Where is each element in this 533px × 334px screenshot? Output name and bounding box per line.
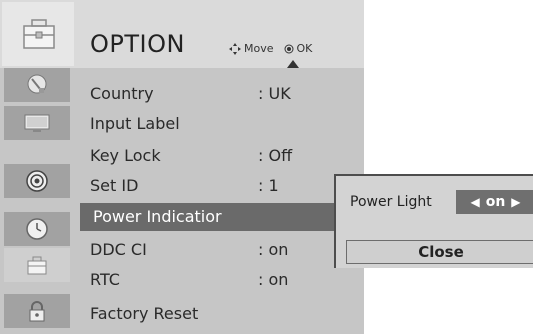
- option-label: Country: [90, 84, 154, 103]
- power-light-value: on: [485, 194, 506, 210]
- option-item-power-indicator[interactable]: Power Indicatior: [80, 203, 338, 231]
- option-label: Key Lock: [90, 146, 161, 165]
- tab-audio[interactable]: [4, 164, 70, 198]
- option-label: Power Indicatior: [93, 207, 222, 226]
- option-item-input-label[interactable]: Input Label: [80, 110, 364, 138]
- option-value: : 1: [258, 176, 279, 195]
- ok-button-icon: [284, 44, 293, 53]
- tab-option[interactable]: [4, 248, 70, 282]
- menu-header: OPTION Move OK: [0, 0, 364, 68]
- tab-picture[interactable]: [4, 106, 70, 140]
- option-label: Input Label: [90, 114, 180, 133]
- option-item-country[interactable]: Country : UK: [80, 80, 364, 108]
- power-light-label: Power Light: [350, 194, 432, 210]
- option-label: Factory Reset: [90, 304, 199, 323]
- option-value: : UK: [258, 84, 291, 103]
- arrow-left-icon[interactable]: ◀: [464, 195, 485, 209]
- power-light-popup: Power Light ◀ on ▶ Close: [334, 174, 533, 268]
- tv-screen-icon: [24, 114, 50, 132]
- option-value: : on: [258, 240, 289, 259]
- tab-channel[interactable]: [4, 68, 70, 102]
- speaker-icon: [26, 170, 48, 192]
- option-menu: OPTION Move OK Country: UK Input Label …: [0, 0, 364, 334]
- page-title: OPTION: [90, 30, 185, 58]
- close-button[interactable]: Close: [346, 240, 533, 264]
- move-hint-label: Move: [244, 42, 274, 55]
- move-arrows-icon: [229, 42, 241, 55]
- option-list: Country : UK Input Label Key Lock : Off …: [80, 60, 364, 334]
- option-item-rtc[interactable]: RTC : on: [80, 266, 364, 294]
- option-label: RTC: [90, 270, 120, 289]
- power-light-selector[interactable]: ◀ on ▶: [456, 190, 533, 214]
- option-label: Set ID: [90, 176, 139, 195]
- option-value: : Off: [258, 146, 293, 165]
- tab-lock[interactable]: [4, 294, 70, 328]
- option-item-factory-reset[interactable]: Factory Reset: [80, 300, 364, 328]
- ok-hint-label: OK: [296, 42, 313, 55]
- navigation-hint: Move OK: [229, 42, 312, 55]
- arrow-right-icon[interactable]: ▶: [505, 195, 526, 209]
- category-sidebar: [0, 68, 76, 334]
- satellite-dish-icon: [27, 74, 47, 94]
- clock-icon: [26, 218, 48, 240]
- option-item-ddc-ci[interactable]: DDC CI : on: [80, 236, 364, 264]
- option-value: : on: [258, 270, 289, 289]
- option-item-set-id[interactable]: Set ID : 1: [80, 172, 364, 200]
- option-label: DDC CI: [90, 240, 147, 259]
- option-toolbox-icon: [27, 256, 47, 275]
- padlock-icon: [29, 301, 45, 322]
- scroll-up-arrow-icon[interactable]: [287, 60, 299, 68]
- option-item-key-lock[interactable]: Key Lock : Off: [80, 142, 364, 170]
- tab-time[interactable]: [4, 212, 70, 246]
- option-toolbox-icon: [2, 2, 74, 66]
